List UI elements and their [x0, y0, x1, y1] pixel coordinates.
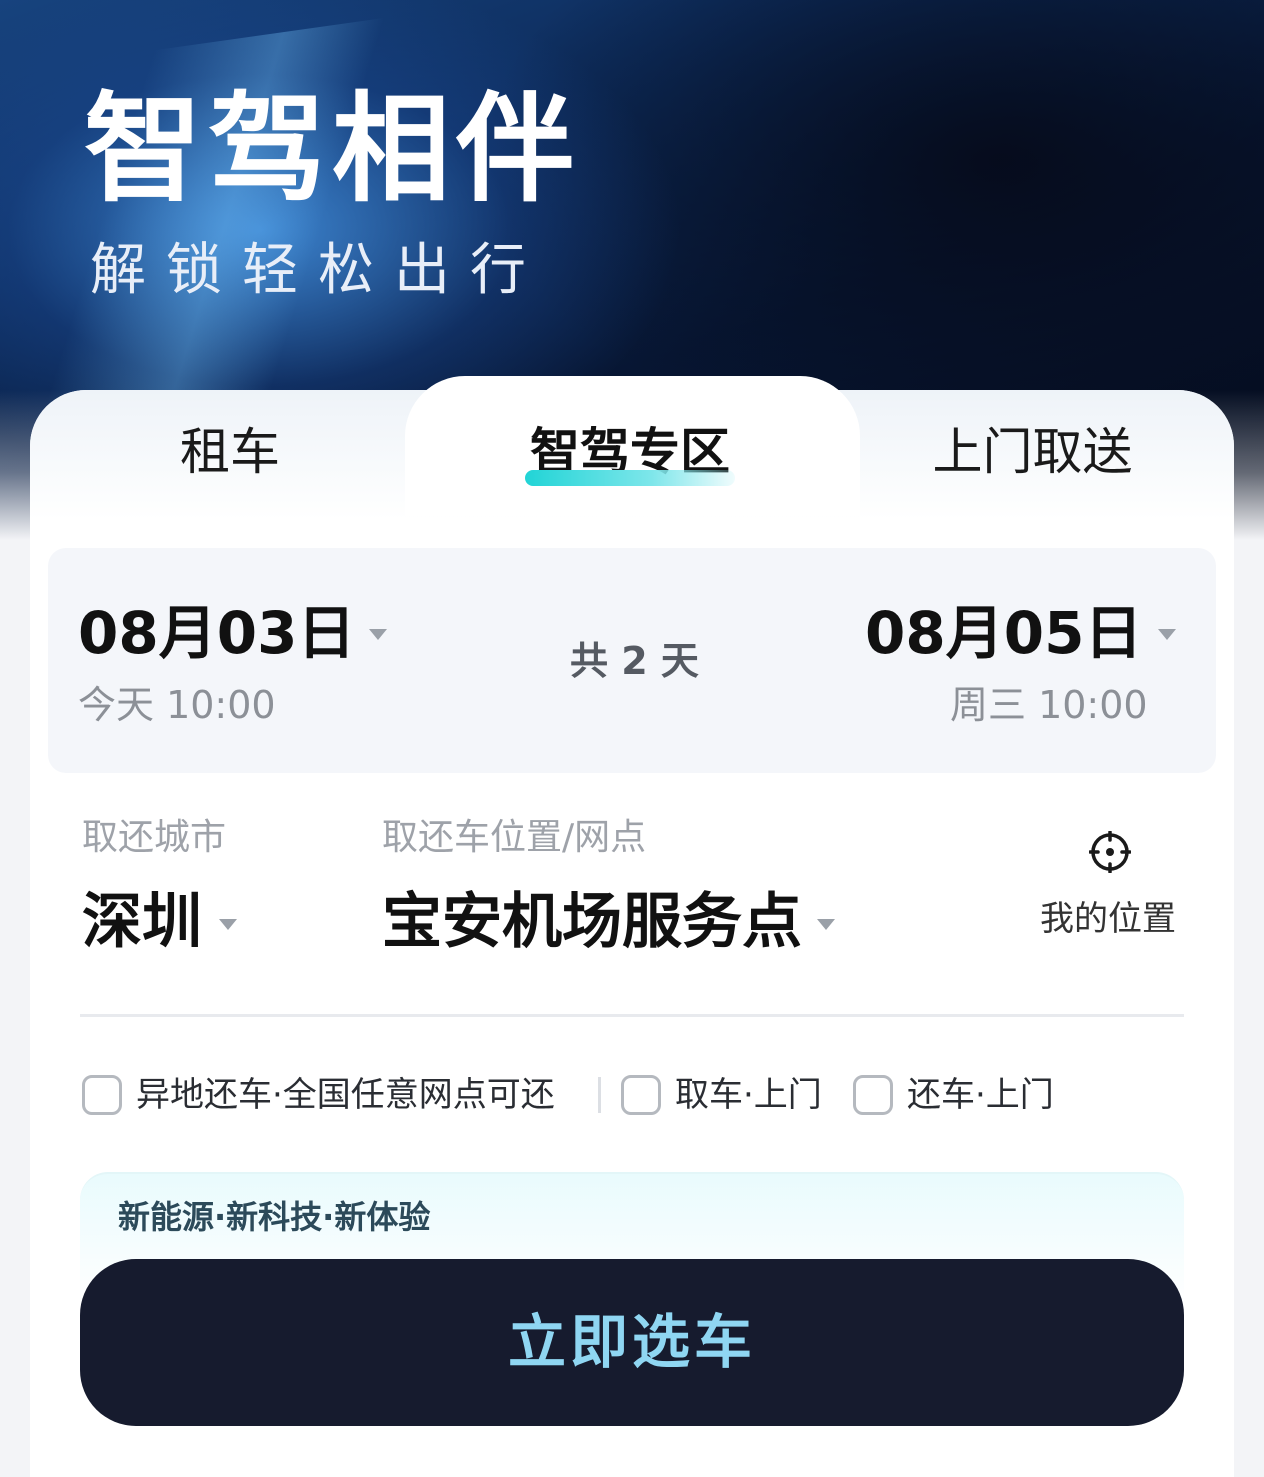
option-one-way-return[interactable]: 异地还车·全国任意网点可还	[82, 1072, 555, 1118]
hero-light-streak	[0, 2, 543, 438]
station-label: 取还车位置/网点	[382, 817, 647, 858]
city-selector[interactable]: 深圳	[82, 886, 202, 958]
station-caret-icon[interactable]	[817, 919, 835, 930]
tab-door-delivery[interactable]: 上门取送	[900, 420, 1165, 484]
return-date-caret-icon[interactable]	[1158, 629, 1176, 640]
return-delivery-label[interactable]: 还车·上门	[907, 1072, 1054, 1118]
return-delivery-checkbox[interactable]	[853, 1075, 893, 1115]
one-way-return-label[interactable]: 异地还车·全国任意网点可还	[136, 1072, 555, 1118]
city-caret-icon[interactable]	[219, 919, 237, 930]
return-date[interactable]: 08月05日	[865, 598, 1142, 668]
pickup-time[interactable]: 今天 10:00	[78, 682, 276, 728]
option-pickup-delivery[interactable]: 取车·上门	[621, 1072, 822, 1118]
my-location-button[interactable]: 我的位置	[1040, 898, 1176, 940]
tab-active-indicator	[525, 470, 735, 486]
one-way-return-checkbox[interactable]	[82, 1075, 122, 1115]
return-time[interactable]: 周三 10:00	[950, 682, 1148, 728]
pickup-delivery-checkbox[interactable]	[621, 1075, 661, 1115]
select-car-button[interactable]: 立即选车	[80, 1259, 1184, 1426]
option-return-delivery[interactable]: 还车·上门	[853, 1072, 1054, 1118]
pickup-delivery-label[interactable]: 取车·上门	[675, 1072, 822, 1118]
tab-rent-car[interactable]: 租车	[130, 420, 330, 484]
app-root: 智驾相伴 解锁轻松出行 租车 智驾专区 上门取送 08月03日 今天 10:00…	[0, 0, 1264, 1477]
section-divider	[80, 1014, 1184, 1017]
option-separator	[598, 1077, 601, 1113]
select-car-label: 立即选车	[507, 1309, 756, 1375]
pickup-date[interactable]: 08月03日	[78, 598, 355, 668]
station-selector[interactable]: 宝安机场服务点	[382, 886, 802, 958]
rental-days-total: 共 2 天	[570, 639, 699, 683]
hero-title: 智驾相伴	[84, 80, 581, 218]
crosshair-location-icon[interactable]	[1089, 831, 1131, 873]
hero-subtitle: 解锁轻松出行	[90, 238, 546, 303]
promo-text: 新能源·新科技·新体验	[118, 1198, 431, 1236]
pickup-date-caret-icon[interactable]	[369, 629, 387, 640]
city-label: 取还城市	[82, 817, 227, 858]
